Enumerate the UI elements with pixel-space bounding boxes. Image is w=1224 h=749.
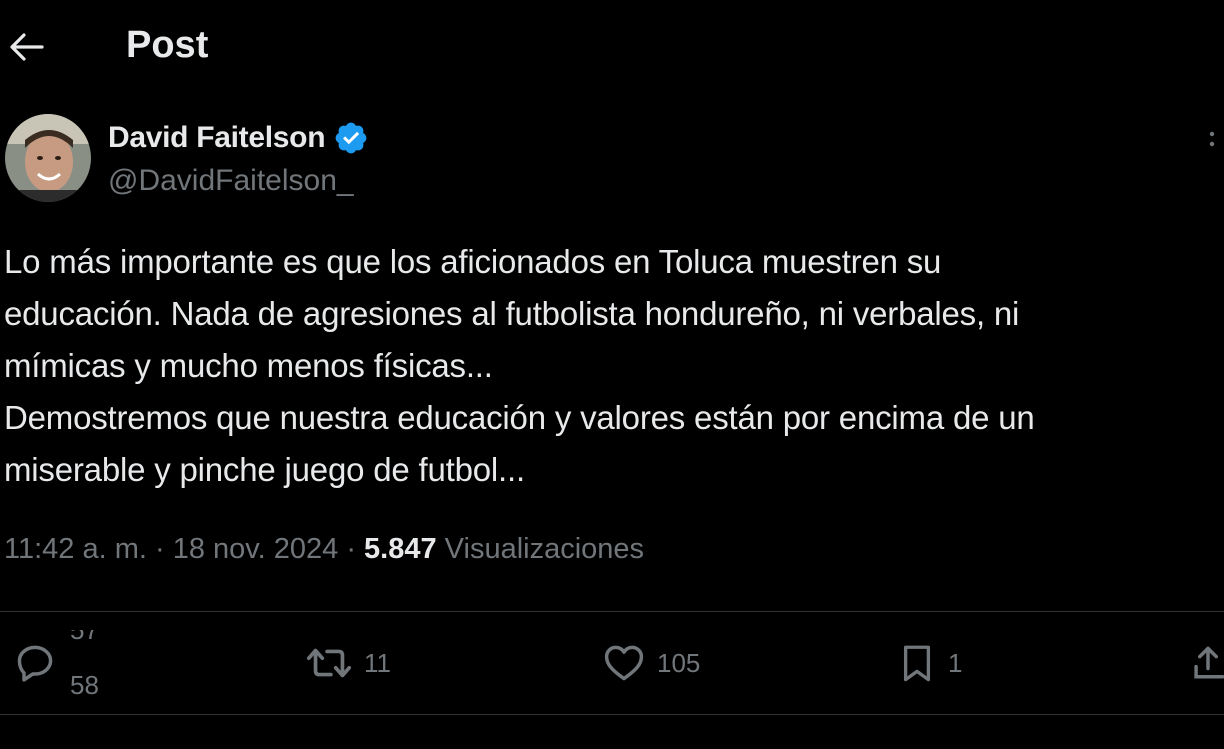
repost-button[interactable]: 11: [304, 612, 391, 714]
top-bar: Post: [0, 0, 1224, 95]
reply-count-new: 58: [70, 670, 99, 700]
author-name[interactable]: David Faitelson: [108, 121, 326, 155]
more-dots-icon: [1209, 131, 1215, 147]
avatar[interactable]: [5, 114, 91, 202]
reply-count-old: 57: [70, 630, 99, 645]
reply-count: 57 58: [70, 612, 120, 714]
tweet-meta: 11:42 a. m. · 18 nov. 2024 · 5.847 Visua…: [4, 533, 644, 566]
repost-count: 11: [364, 647, 391, 678]
bookmark-button[interactable]: 1: [896, 612, 962, 714]
tweet-time[interactable]: 11:42 a. m.: [4, 533, 147, 565]
arrow-left-icon: [10, 33, 44, 61]
reply-bubble-icon: [17, 645, 53, 682]
share-icon: [1194, 646, 1224, 679]
divider: [0, 714, 1224, 715]
more-options-button[interactable]: [1200, 128, 1224, 152]
reply-button[interactable]: [12, 612, 58, 714]
like-count: 105: [657, 647, 701, 678]
views-count: 5.847: [364, 533, 437, 565]
page-title: Post: [126, 24, 209, 66]
repost-icon: [306, 648, 352, 678]
bookmark-count: 1: [948, 647, 963, 678]
tweet-date[interactable]: 18 nov. 2024: [173, 533, 339, 565]
heart-icon: [604, 645, 644, 681]
meta-separator: ·: [338, 533, 365, 565]
share-button[interactable]: [1192, 612, 1224, 714]
like-button[interactable]: 105: [601, 612, 700, 714]
action-bar: 57 58 11 105 1: [0, 612, 1224, 714]
author-name-row[interactable]: David Faitelson: [108, 118, 369, 158]
views-label: Visualizaciones: [436, 533, 645, 565]
back-button[interactable]: [6, 26, 46, 68]
meta-separator: ·: [146, 533, 173, 565]
bookmark-icon: [903, 645, 931, 682]
author-handle[interactable]: @DavidFaitelson_: [108, 164, 354, 198]
verified-badge-icon: [335, 122, 367, 154]
tweet-text: Lo más importante es que los aficionados…: [4, 243, 1035, 488]
